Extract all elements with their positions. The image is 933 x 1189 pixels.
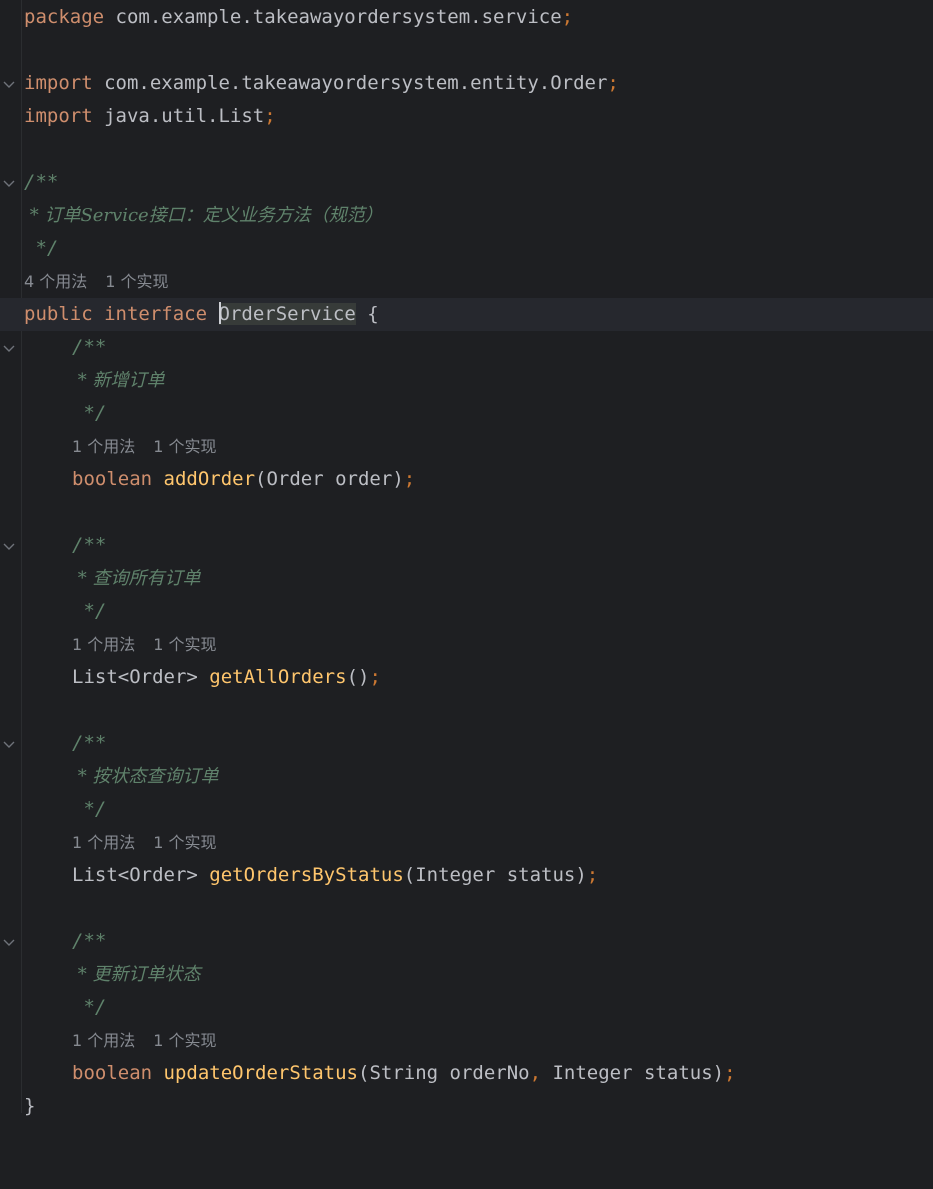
doc-comment-text: * 查询所有订单 [72, 568, 201, 589]
doc-comment-text: * 新增订单 [72, 370, 165, 391]
usages-link[interactable]: 1 个用法 [72, 833, 135, 852]
code-line[interactable]: * 按状态查询订单 [0, 760, 933, 793]
code-line[interactable]: /** [0, 727, 933, 760]
doc-comment-close: */ [72, 402, 107, 424]
doc-comment-close: */ [72, 798, 107, 820]
return-type: List<Order> [72, 864, 198, 886]
semicolon: ; [586, 864, 599, 886]
doc-comment-text: * 更新订单状态 [72, 964, 201, 985]
code-line[interactable]: */ [0, 232, 933, 265]
method-name[interactable]: updateOrderStatus [164, 1062, 358, 1084]
inlay-hint-line: 1 个用法 1 个实现 [0, 826, 933, 859]
code-line[interactable]: /** [0, 331, 933, 364]
interface-name-text: OrderService [218, 303, 356, 325]
close-brace: } [24, 1095, 36, 1117]
implementations-link[interactable]: 1 个实现 [153, 437, 216, 456]
import-path: java.util.List [104, 105, 265, 127]
usages-link[interactable]: 1 个用法 [72, 1031, 135, 1050]
inlay-hint-line: 1 个用法 1 个实现 [0, 628, 933, 661]
chevron-down-icon[interactable] [2, 77, 16, 91]
code-line[interactable]: boolean addOrder(Order order); [0, 463, 933, 496]
method-name[interactable]: addOrder [164, 468, 256, 490]
method-params: (String orderNo [358, 1062, 530, 1084]
return-type: boolean [72, 468, 153, 490]
interface-name[interactable]: OrderService [218, 301, 356, 325]
method-name[interactable]: getOrdersByStatus [209, 864, 403, 886]
doc-comment-open: /** [72, 732, 107, 754]
code-line[interactable]: */ [0, 793, 933, 826]
code-line[interactable]: import com.example.takeawayordersystem.e… [0, 67, 933, 100]
code-line[interactable]: import java.util.List; [0, 100, 933, 133]
chevron-down-icon[interactable] [2, 737, 16, 751]
doc-comment-open: /** [72, 534, 107, 556]
doc-comment-text: * 订单Service接口：定义业务方法（规范） [24, 205, 383, 226]
doc-comment-open: /** [72, 930, 107, 952]
method-params: Integer status) [541, 1062, 725, 1084]
code-editor[interactable]: package com.example.takeawayordersystem.… [0, 0, 933, 1117]
code-line[interactable]: List<Order> getOrdersByStatus(Integer st… [0, 859, 933, 892]
doc-comment-close: */ [72, 996, 107, 1018]
import-keyword: import [24, 72, 93, 94]
implementations-link[interactable]: 1 个实现 [105, 272, 168, 291]
open-brace: { [367, 303, 379, 325]
code-line[interactable]: * 新增订单 [0, 364, 933, 397]
code-line[interactable]: /** [0, 925, 933, 958]
code-line[interactable]: */ [0, 397, 933, 430]
code-line-current[interactable]: public interface OrderService { [0, 298, 933, 331]
implementations-link[interactable]: 1 个实现 [153, 635, 216, 654]
doc-comment-open: /** [24, 171, 59, 193]
semicolon: ; [403, 468, 416, 490]
import-keyword: import [24, 105, 93, 127]
method-params: () [346, 666, 370, 688]
usages-link[interactable]: 4 个用法 [24, 272, 87, 291]
inlay-hint-line: 1 个用法 1 个实现 [0, 1024, 933, 1057]
implementations-link[interactable]: 1 个实现 [153, 833, 216, 852]
code-line[interactable]: boolean updateOrderStatus(String orderNo… [0, 1057, 933, 1090]
interface-keyword: interface [104, 303, 208, 325]
doc-comment-close: */ [24, 237, 59, 259]
semicolon: ; [607, 72, 619, 94]
code-line[interactable]: */ [0, 991, 933, 1024]
import-path: com.example.takeawayordersystem.entity.O… [104, 72, 608, 94]
doc-comment-text: * 按状态查询订单 [72, 766, 219, 787]
text-caret [218, 301, 221, 324]
code-line[interactable]: * 订单Service接口：定义业务方法（规范） [0, 199, 933, 232]
code-line[interactable]: } [0, 1090, 933, 1123]
code-line[interactable]: package com.example.takeawayordersystem.… [0, 1, 933, 34]
chevron-down-icon[interactable] [2, 341, 16, 355]
chevron-down-icon[interactable] [2, 539, 16, 553]
usages-link[interactable]: 1 个用法 [72, 635, 135, 654]
semicolon: ; [369, 666, 381, 688]
method-params: (Order order) [255, 468, 404, 490]
semicolon: ; [561, 6, 574, 28]
semicolon: ; [724, 1062, 736, 1084]
doc-comment-close: */ [72, 600, 107, 622]
doc-comment-open: /** [72, 336, 107, 358]
code-line[interactable]: */ [0, 595, 933, 628]
return-type: boolean [72, 1062, 153, 1084]
public-keyword: public [24, 303, 93, 325]
inlay-hint-line: 1 个用法 1 个实现 [0, 430, 933, 463]
package-keyword: package [24, 6, 105, 28]
comma: , [529, 1062, 542, 1084]
method-params: (Integer status) [403, 864, 587, 886]
code-line[interactable]: List<Order> getAllOrders(); [0, 661, 933, 694]
code-line[interactable]: /** [0, 529, 933, 562]
code-line[interactable]: * 更新订单状态 [0, 958, 933, 991]
code-line[interactable]: /** [0, 166, 933, 199]
semicolon: ; [264, 105, 276, 127]
method-name[interactable]: getAllOrders [209, 666, 346, 688]
implementations-link[interactable]: 1 个实现 [153, 1031, 216, 1050]
chevron-down-icon[interactable] [2, 935, 16, 949]
code-line[interactable]: * 查询所有订单 [0, 562, 933, 595]
usages-link[interactable]: 1 个用法 [72, 437, 135, 456]
chevron-down-icon[interactable] [2, 176, 16, 190]
return-type: List<Order> [72, 666, 198, 688]
inlay-hint-line: 4 个用法 1 个实现 [0, 265, 933, 298]
package-name: com.example.takeawayordersystem.service [115, 6, 562, 28]
